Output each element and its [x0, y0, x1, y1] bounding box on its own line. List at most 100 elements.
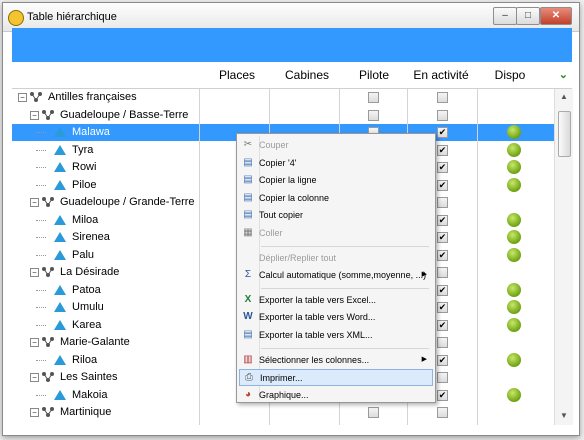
activite-checkbox[interactable]	[437, 407, 448, 418]
cabin-icon	[54, 302, 66, 312]
menu-item-label: Copier '4'	[259, 157, 297, 168]
column-header-dispo[interactable]: Dispo	[478, 68, 542, 82]
hierarchy-icon	[41, 196, 54, 208]
activite-checkbox[interactable]: ✔	[437, 144, 448, 156]
menu-item-label: Graphique...	[259, 389, 309, 400]
row-label: Rowi	[72, 161, 97, 173]
hierarchy-icon	[41, 266, 54, 278]
hierarchy-icon	[29, 91, 42, 103]
activite-checkbox[interactable]: ✔	[437, 127, 448, 138]
collapse-node-icon[interactable]: −	[30, 338, 39, 347]
hierarchy-icon	[41, 371, 54, 383]
dispo-indicator	[507, 142, 521, 157]
dispo-indicator	[507, 247, 521, 262]
column-header-cabines[interactable]: Cabines	[272, 68, 342, 82]
activite-checkbox[interactable]	[437, 337, 448, 348]
menu-item-label: Exporter la table vers Word...	[259, 312, 376, 323]
menu-item-label: Tout copier	[259, 210, 304, 221]
row-label: La Désirade	[60, 266, 120, 278]
row-label: Riloa	[72, 353, 98, 366]
table-row[interactable]: − Guadeloupe / Basse-Terre	[12, 107, 554, 124]
cabin-icon	[54, 179, 66, 190]
scroll-up-icon[interactable]: ▲	[560, 92, 568, 101]
pilote-checkbox[interactable]	[368, 109, 379, 121]
dispo-indicator	[507, 160, 521, 174]
copy-icon: ▤	[243, 156, 253, 168]
menu-item[interactable]: ▥ Sélectionner les colonnes... ▶	[239, 352, 433, 369]
dispo-indicator	[507, 230, 521, 244]
menu-item[interactable]: ▤ Copier '4'	[239, 155, 433, 172]
column-header-activite[interactable]: En activité	[406, 68, 476, 82]
row-label: Piloe	[72, 178, 97, 191]
dispo-indicator	[507, 177, 521, 192]
menu-item[interactable]: ▤ Copier la ligne	[239, 172, 433, 189]
menu-item[interactable]: X Exporter la table vers Excel...	[239, 292, 433, 309]
collapse-node-icon[interactable]: −	[30, 198, 39, 207]
activite-checkbox[interactable]: ✔	[437, 232, 448, 243]
cabin-icon	[54, 144, 66, 155]
print-icon: ⎙	[245, 372, 253, 384]
column-header-places[interactable]: Places	[202, 68, 272, 82]
menu-item[interactable]: Σ Calcul automatique (somme,moyenne, ...)…	[239, 267, 433, 284]
cabin-icon	[54, 284, 66, 295]
maximize-button[interactable]: □	[516, 7, 540, 25]
scroll-thumb[interactable]	[558, 111, 571, 157]
collapse-all-icon[interactable]: ⌄	[559, 68, 568, 81]
menu-item[interactable]: ▤ Tout copier	[239, 207, 433, 224]
menu-item-label: Exporter la table vers Excel...	[259, 294, 377, 305]
activite-checkbox[interactable]: ✔	[437, 389, 448, 401]
table-row[interactable]: − Antilles françaises	[12, 89, 554, 106]
window-title: Table hiérarchique	[27, 11, 117, 23]
row-label: Palu	[72, 248, 95, 261]
row-label: Sirenea	[72, 231, 110, 243]
activite-checkbox[interactable]	[437, 372, 448, 383]
cabin-icon	[54, 354, 66, 365]
row-label: Umulu	[72, 301, 104, 313]
activite-checkbox[interactable]: ✔	[437, 249, 448, 261]
minimize-button[interactable]: –	[493, 7, 517, 25]
activite-checkbox[interactable]: ✔	[437, 179, 448, 191]
activite-checkbox[interactable]: ✔	[437, 284, 448, 296]
dispo-indicator	[507, 317, 521, 332]
menu-item: ✂ Couper	[239, 137, 433, 154]
menu-item-label: Copier la colonne	[259, 192, 330, 203]
activite-checkbox[interactable]	[437, 92, 448, 103]
activite-checkbox[interactable]	[437, 109, 448, 121]
scroll-down-icon[interactable]: ▼	[560, 411, 568, 420]
menu-item[interactable]: ◕ Graphique...	[239, 387, 433, 404]
menu-item[interactable]: W Exporter la table vers Word...	[239, 309, 433, 326]
menu-item-label: Couper	[259, 140, 289, 150]
activite-checkbox[interactable]: ✔	[437, 214, 448, 226]
cabin-icon	[54, 319, 66, 330]
menu-item[interactable]: ▤ Copier la colonne	[239, 190, 433, 207]
collapse-node-icon[interactable]: −	[30, 110, 39, 120]
hierarchy-icon	[41, 406, 54, 418]
activite-checkbox[interactable]: ✔	[437, 302, 448, 313]
menu-item[interactable]: ⎙ Imprimer...	[239, 369, 433, 387]
menu-item[interactable]: ▤ Exporter la table vers XML...	[239, 327, 433, 344]
table-row[interactable]: − Martinique	[12, 404, 554, 421]
cut-icon: ✂	[243, 139, 253, 150]
activite-checkbox[interactable]	[437, 197, 448, 208]
menu-separator	[261, 347, 429, 349]
word-icon: W	[243, 311, 253, 323]
column-header-pilote[interactable]: Pilote	[342, 68, 406, 82]
dispo-indicator	[507, 282, 521, 297]
activite-checkbox[interactable]: ✔	[437, 319, 448, 331]
activite-checkbox[interactable]: ✔	[437, 354, 448, 366]
pilote-checkbox[interactable]	[368, 92, 379, 103]
close-button[interactable]: ✕	[540, 7, 572, 25]
hierarchy-icon	[41, 336, 54, 348]
submenu-arrow-icon: ▶	[421, 355, 427, 363]
cabin-icon	[54, 232, 66, 242]
copy-row-icon: ▤	[243, 174, 253, 186]
vertical-scrollbar[interactable]: ▲ ▼	[554, 89, 573, 425]
collapse-node-icon[interactable]: −	[30, 408, 39, 417]
collapse-node-icon[interactable]: −	[18, 93, 27, 102]
collapse-node-icon[interactable]: −	[30, 268, 39, 277]
row-label: Les Saintes	[60, 371, 118, 383]
activite-checkbox[interactable]: ✔	[437, 162, 448, 173]
pilote-checkbox[interactable]	[368, 407, 379, 418]
collapse-node-icon[interactable]: −	[30, 373, 39, 382]
activite-checkbox[interactable]	[437, 267, 448, 278]
